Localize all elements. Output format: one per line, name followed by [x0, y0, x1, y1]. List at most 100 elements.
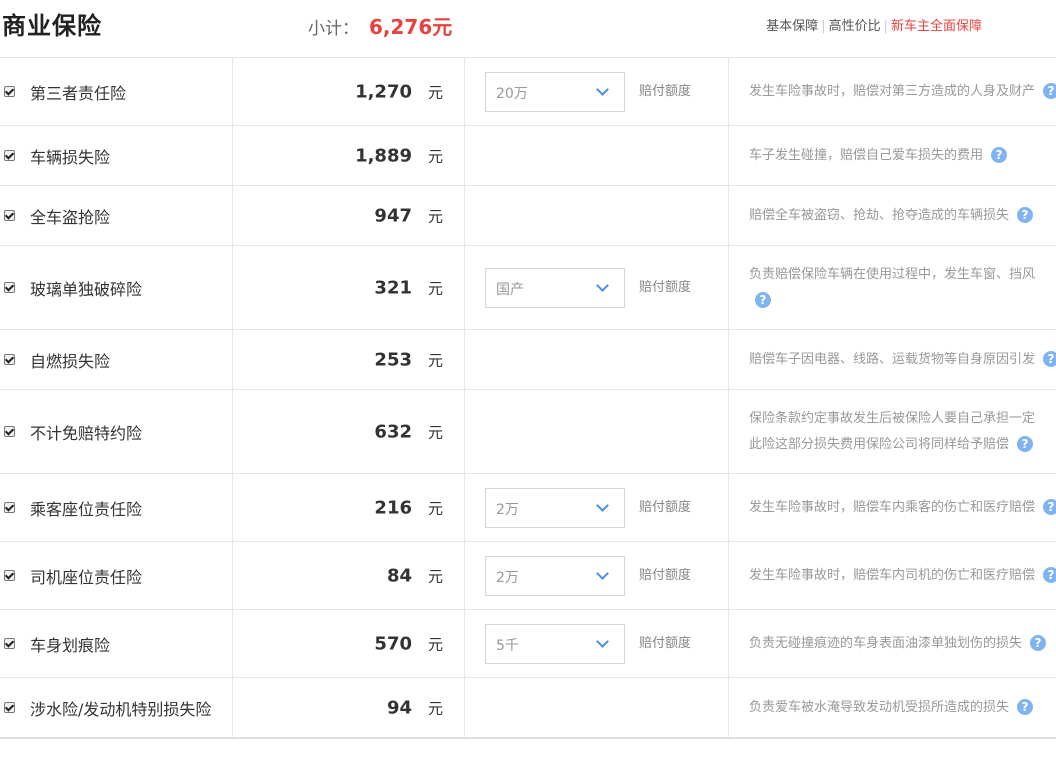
- insurance-description: 赔偿全车被盗窃、抢劫、抢夺造成的车辆损失?: [749, 203, 1056, 229]
- price-unit: 元: [428, 83, 444, 101]
- column-divider: [232, 246, 233, 329]
- table-row: 车身划痕险 570 元 5千 赔付额度 负责无碰撞痕迹的车身表面油漆单独划伤的损失?: [0, 610, 1056, 678]
- column-divider: [464, 246, 465, 329]
- description-line: 发生车险事故时，赔偿对第三方造成的人身及财产?: [749, 79, 1056, 105]
- coverage-label: 赔付额度: [639, 279, 692, 295]
- column-divider: [232, 678, 233, 737]
- page-title: 商业保险: [2, 12, 102, 40]
- chevron-down-icon: [596, 278, 609, 292]
- insurance-checkbox[interactable]: [4, 701, 15, 713]
- insurance-checkbox[interactable]: [4, 569, 15, 581]
- plan-link-value[interactable]: 高性价比: [829, 19, 881, 34]
- description-text: 车子发生碰撞，赔偿自己爱车损失的费用: [749, 147, 984, 163]
- insurance-name: 车身划痕险: [30, 635, 111, 655]
- chevron-down-icon: [596, 82, 609, 96]
- price-unit: 元: [428, 699, 444, 717]
- subtotal-value: 6,276元: [369, 15, 453, 39]
- description-text: 负责赔偿保险车辆在使用过程中，发生车窗、挡风: [749, 266, 1036, 282]
- column-divider: [728, 246, 729, 329]
- column-divider: [232, 610, 233, 677]
- price-unit: 元: [428, 279, 444, 297]
- coverage-amount-value: 20万: [496, 85, 528, 102]
- insurance-checkbox[interactable]: [4, 353, 15, 365]
- help-icon[interactable]: ?: [991, 147, 1008, 163]
- insurance-description: 发生车险事故时，赔偿车内乘客的伤亡和医疗赔偿?: [749, 495, 1056, 521]
- insurance-description: 负责爱车被水淹导致发动机受损所造成的损失?: [749, 695, 1056, 721]
- insurance-description: 发生车险事故时，赔偿车内司机的伤亡和医疗赔偿?: [749, 563, 1056, 589]
- plan-link-new-owner[interactable]: 新车主全面保障: [891, 19, 982, 34]
- table-row: 车辆损失险 1,889 元 车子发生碰撞，赔偿自己爱车损失的费用?: [0, 126, 1056, 186]
- help-icon[interactable]: ?: [1043, 83, 1056, 99]
- help-icon[interactable]: ?: [1017, 699, 1034, 715]
- coverage-amount-value: 2万: [496, 569, 519, 586]
- insurance-price: 632: [374, 421, 412, 442]
- table-row: 不计免赔特约险 632 元 保险条款约定事故发生后被保险人要自己承担一定 此险这部分损失…: [0, 390, 1056, 474]
- column-divider: [464, 678, 465, 737]
- price-unit: 元: [428, 567, 444, 585]
- subtotal-label: 小计：: [308, 19, 359, 39]
- help-icon[interactable]: ?: [1043, 499, 1056, 515]
- table-row: 玻璃单独破碎险 321 元 国产 赔付额度 负责赔偿保险车辆在使用过程中，发生车窗、挡风?: [0, 246, 1056, 330]
- column-divider: [464, 126, 465, 185]
- insurance-price: 1,889: [355, 145, 412, 166]
- insurance-description: 负责赔偿保险车辆在使用过程中，发生车窗、挡风?: [749, 262, 1056, 314]
- description-line: 发生车险事故时，赔偿车内司机的伤亡和医疗赔偿?: [749, 563, 1056, 589]
- insurance-checkbox[interactable]: [4, 209, 15, 221]
- description-line: 保险条款约定事故发生后被保险人要自己承担一定: [749, 406, 1056, 432]
- column-divider: [728, 474, 729, 541]
- coverage-amount-select[interactable]: 5千: [485, 623, 625, 664]
- help-icon[interactable]: ?: [755, 292, 771, 308]
- coverage-label: 赔付额度: [639, 499, 692, 515]
- insurance-price: 570: [374, 633, 412, 654]
- column-divider: [464, 542, 465, 609]
- column-divider: [728, 610, 729, 677]
- insurance-name: 车辆损失险: [30, 147, 111, 167]
- insurance-description: 车子发生碰撞，赔偿自己爱车损失的费用?: [749, 143, 1056, 169]
- help-icon[interactable]: ?: [1043, 567, 1056, 583]
- description-text: 负责无碰撞痕迹的车身表面油漆单独划伤的损失: [749, 635, 1023, 651]
- column-divider: [464, 330, 465, 389]
- coverage-amount-select[interactable]: 国产: [485, 267, 625, 308]
- coverage-label: 赔付额度: [639, 83, 692, 99]
- insurance-checkbox[interactable]: [4, 425, 15, 437]
- insurance-name: 玻璃单独破碎险: [30, 279, 143, 299]
- coverage-amount-select[interactable]: 2万: [485, 555, 625, 596]
- insurance-name: 乘客座位责任险: [30, 499, 143, 519]
- insurance-price: 321: [374, 277, 412, 298]
- description-line: 车子发生碰撞，赔偿自己爱车损失的费用?: [749, 143, 1056, 169]
- insurance-checkbox[interactable]: [4, 149, 15, 161]
- coverage-amount-value: 国产: [496, 281, 524, 298]
- column-divider: [232, 58, 233, 125]
- column-divider: [232, 542, 233, 609]
- table-row: 第三者责任险 1,270 元 20万 赔付额度 发生车险事故时，赔偿对第三方造成的人身及财…: [0, 58, 1056, 126]
- insurance-checkbox[interactable]: [4, 281, 15, 293]
- column-divider: [728, 542, 729, 609]
- insurance-checkbox[interactable]: [4, 637, 15, 649]
- chevron-down-icon: [596, 634, 609, 648]
- coverage-amount-value: 2万: [496, 501, 519, 518]
- price-unit: 元: [428, 207, 444, 225]
- insurance-price: 1,270: [355, 81, 412, 102]
- insurance-price: 84: [386, 565, 412, 586]
- help-icon[interactable]: ?: [1030, 635, 1047, 651]
- help-icon[interactable]: ?: [1043, 351, 1056, 367]
- coverage-amount-select[interactable]: 2万: [485, 487, 625, 528]
- price-unit: 元: [428, 499, 444, 517]
- insurance-checkbox[interactable]: [4, 501, 15, 513]
- description-text: 发生车险事故时，赔偿对第三方造成的人身及财产: [749, 83, 1036, 99]
- price-unit: 元: [428, 147, 444, 165]
- help-icon[interactable]: ?: [1017, 436, 1034, 452]
- coverage-label: 赔付额度: [639, 635, 692, 651]
- column-divider: [232, 186, 233, 245]
- price-unit: 元: [428, 635, 444, 653]
- column-divider: [232, 330, 233, 389]
- column-divider: [232, 126, 233, 185]
- chevron-down-icon: [596, 566, 609, 580]
- column-divider: [464, 610, 465, 677]
- insurance-description: 发生车险事故时，赔偿对第三方造成的人身及财产?: [749, 79, 1056, 105]
- insurance-checkbox[interactable]: [4, 85, 15, 97]
- help-icon[interactable]: ?: [1017, 207, 1034, 223]
- header: 商业保险 小计： 6,276元 基本保障 | 高性价比 | 新车主全面保障: [0, 0, 1056, 56]
- coverage-amount-select[interactable]: 20万: [485, 71, 625, 112]
- plan-link-basic[interactable]: 基本保障: [766, 19, 818, 34]
